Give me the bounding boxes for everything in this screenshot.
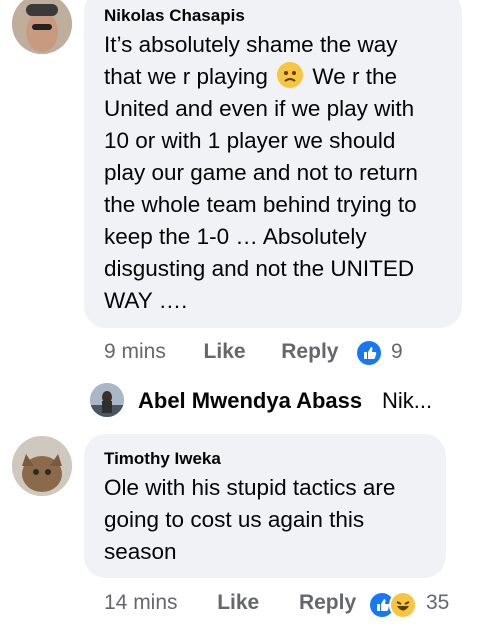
comment-author-2[interactable]: Timothy Iweka (104, 449, 221, 469)
reaction-count[interactable]: 9 (391, 340, 403, 364)
avatar-timothy[interactable] (12, 436, 72, 496)
comment-text-2: Ole with his stupid tactics are going to… (104, 472, 395, 568)
comment-line: the whole team behind trying to (104, 192, 417, 217)
reply-button[interactable]: Reply (281, 340, 338, 363)
comment-meta-1: 9 mins Like Reply (104, 340, 338, 364)
comment-time[interactable]: 9 mins (104, 340, 166, 363)
comment-line: keep the 1-0 … Absolutely (104, 224, 367, 249)
comment-text-1: It’s absolutely shame the way that we r … (104, 29, 418, 317)
comment-meta-2: 14 mins Like Reply (104, 591, 356, 615)
comment-time[interactable]: 14 mins (104, 591, 178, 614)
reaction-count[interactable]: 35 (426, 591, 449, 615)
reply-preview-text[interactable]: Nik... (382, 388, 432, 414)
worried-face-emoji-icon (277, 62, 304, 88)
haha-reaction-icon[interactable] (389, 591, 417, 619)
comment-line: that we r playing We r the (104, 61, 418, 93)
profile-photo-icon (90, 383, 124, 417)
comment-line: season (104, 539, 177, 564)
profile-photo-icon (12, 0, 72, 54)
comment-line: WAY …. (104, 288, 188, 313)
comment-line: It’s absolutely shame the way (104, 32, 398, 57)
comment-line: disgusting and not the UNITED (104, 256, 415, 281)
comment-author-1[interactable]: Nikolas Chasapis (104, 6, 245, 26)
avatar-abel[interactable] (90, 383, 124, 417)
comment-line-part: We r the (312, 64, 397, 89)
comment-line: Ole with his stupid tactics are (104, 475, 396, 500)
comment-line-part: that we r playing (104, 64, 268, 89)
profile-photo-icon (12, 436, 72, 496)
comment-line: going to cost us again this (104, 507, 365, 532)
comment-line: play our game and not to return (104, 160, 418, 185)
comment-line: United and even if we play with (104, 96, 415, 121)
comment-line: 10 or with 1 player we should (104, 128, 396, 153)
like-button[interactable]: Like (217, 591, 259, 614)
reply-button[interactable]: Reply (299, 591, 356, 614)
reply-author[interactable]: Abel Mwendya Abass (138, 388, 362, 414)
like-button[interactable]: Like (204, 340, 246, 363)
avatar-nikolas[interactable] (12, 0, 72, 54)
like-reaction-icon[interactable] (357, 341, 381, 365)
